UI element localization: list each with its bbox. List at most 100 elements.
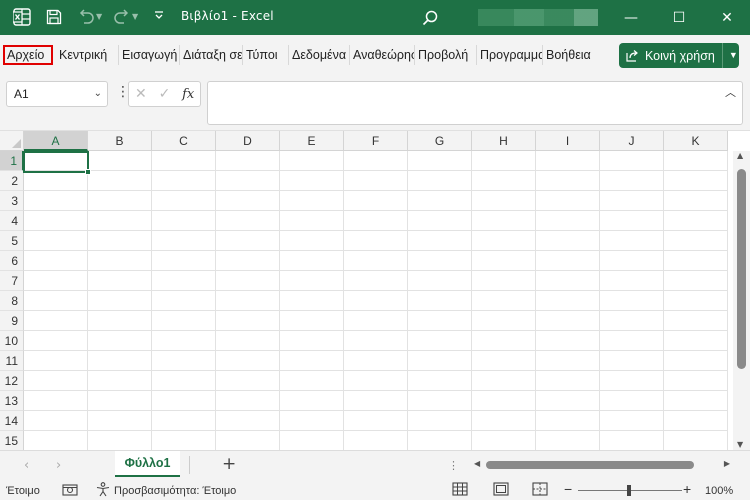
row-header[interactable]: 11 <box>0 351 24 371</box>
account-avatar[interactable] <box>478 9 598 26</box>
zoom-out-icon[interactable]: − <box>564 481 572 497</box>
window-title: Βιβλίο1 - Excel <box>181 9 274 23</box>
name-box-value: A1 <box>14 87 29 101</box>
minimize-button[interactable]: — <box>608 0 654 35</box>
page-layout-view-icon[interactable] <box>493 482 509 499</box>
sheet-tab[interactable]: Φύλλο1 <box>115 451 180 477</box>
column-headers: A B C D E F G H I J K <box>24 131 728 151</box>
redo-icon[interactable] <box>112 7 132 27</box>
sheet-tab-bar: ‹ › Φύλλο1 + ⋮ ◀ ▶ <box>0 450 750 480</box>
insert-function-icon[interactable]: fx <box>176 87 200 102</box>
title-bar: ▼ ▼ Βιβλίο1 - Excel — ☐ ✕ <box>0 0 750 35</box>
tab-home[interactable]: Κεντρική <box>56 45 119 65</box>
row-header[interactable]: 14 <box>0 411 24 431</box>
name-box[interactable]: A1 ⌄ <box>6 81 108 107</box>
column-header[interactable]: G <box>408 131 472 151</box>
formula-input[interactable]: ︿ <box>207 81 743 125</box>
scroll-down-icon[interactable]: ▼ <box>737 440 743 449</box>
next-sheet-icon[interactable]: › <box>56 458 61 473</box>
tab-file[interactable]: Αρχείο <box>3 45 53 65</box>
maximize-button[interactable]: ☐ <box>656 0 702 35</box>
scroll-right-icon[interactable]: ▶ <box>724 459 730 468</box>
previous-sheet-icon[interactable]: ‹ <box>24 458 29 473</box>
column-header[interactable]: D <box>216 131 280 151</box>
ribbon: Αρχείο Κεντρική Εισαγωγή Διάταξη σελίδας… <box>0 35 750 75</box>
column-header[interactable]: H <box>472 131 536 151</box>
worksheet-grid: A B C D E F G H I J K 1 2 3 4 5 6 7 8 9 … <box>0 130 750 451</box>
tab-page-layout[interactable]: Διάταξη σελίδας <box>180 45 243 65</box>
row-header[interactable]: 8 <box>0 291 24 311</box>
customize-qat-icon[interactable] <box>154 10 164 23</box>
row-header[interactable]: 2 <box>0 171 24 191</box>
tab-developer[interactable]: Προγραμματιστής <box>477 45 543 65</box>
more-options-icon[interactable]: ⋮ <box>448 459 459 472</box>
fill-handle[interactable] <box>85 169 91 175</box>
search-icon[interactable] <box>420 8 440 28</box>
scroll-left-icon[interactable]: ◀ <box>474 459 480 468</box>
row-header[interactable]: 12 <box>0 371 24 391</box>
column-header[interactable]: I <box>536 131 600 151</box>
column-header[interactable]: J <box>600 131 664 151</box>
row-header[interactable]: 15 <box>0 431 24 451</box>
column-header[interactable]: E <box>280 131 344 151</box>
chevron-down-icon[interactable]: ⌄ <box>94 82 102 106</box>
chevron-down-icon[interactable]: ▼ <box>721 43 738 68</box>
collapse-formula-bar-icon[interactable]: ︿ <box>725 84 736 100</box>
enter-icon[interactable]: ✓ <box>153 86 177 102</box>
zoom-slider-thumb[interactable] <box>627 485 631 496</box>
zoom-level[interactable]: 100% <box>705 485 733 497</box>
excel-icon[interactable] <box>12 7 32 27</box>
tab-help[interactable]: Βοήθεια <box>543 45 597 65</box>
row-header[interactable]: 13 <box>0 391 24 411</box>
column-header[interactable]: B <box>88 131 152 151</box>
row-headers: 1 2 3 4 5 6 7 8 9 10 11 12 13 14 15 <box>0 151 24 451</box>
vertical-scroll-thumb[interactable] <box>737 169 746 369</box>
horizontal-scroll-thumb[interactable] <box>486 461 694 469</box>
tab-formulas[interactable]: Τύποι <box>243 45 289 65</box>
cancel-icon[interactable]: ✕ <box>129 86 153 102</box>
row-header[interactable]: 5 <box>0 231 24 251</box>
ribbon-tabs: Αρχείο Κεντρική Εισαγωγή Διάταξη σελίδας… <box>3 45 597 65</box>
row-header[interactable]: 9 <box>0 311 24 331</box>
tab-review[interactable]: Αναθεώρηση <box>350 45 415 65</box>
redo-dropdown-icon[interactable]: ▼ <box>132 12 138 21</box>
divider <box>189 456 190 474</box>
column-header[interactable]: C <box>152 131 216 151</box>
tab-insert[interactable]: Εισαγωγή <box>119 45 180 65</box>
accessibility-icon[interactable] <box>95 482 111 500</box>
undo-dropdown-icon[interactable]: ▼ <box>96 12 102 21</box>
share-button[interactable]: Κοινή χρήση ▼ <box>619 43 739 68</box>
formula-bar: A1 ⌄ ⋮ ✕ ✓ fx ︿ <box>0 75 750 130</box>
close-button[interactable]: ✕ <box>704 0 750 35</box>
horizontal-scrollbar[interactable]: ◀ ▶ <box>471 459 733 471</box>
active-cell[interactable] <box>23 151 91 175</box>
share-label: Κοινή χρήση <box>645 48 715 63</box>
row-header[interactable]: 1 <box>0 151 24 171</box>
column-header[interactable]: A <box>24 131 88 151</box>
select-all-button[interactable] <box>0 131 24 151</box>
add-sheet-icon[interactable]: + <box>222 454 236 474</box>
column-header[interactable]: K <box>664 131 728 151</box>
row-header[interactable]: 10 <box>0 331 24 351</box>
vertical-scrollbar[interactable]: ▲ ▼ <box>733 151 750 451</box>
share-icon <box>626 49 639 62</box>
status-bar: Έτοιμο Προσβασιμότητα: Έτοιμο − + 100% <box>0 480 750 500</box>
save-icon[interactable] <box>44 7 64 27</box>
scroll-up-icon[interactable]: ▲ <box>737 151 743 160</box>
cell-area[interactable] <box>24 151 728 451</box>
undo-icon[interactable] <box>76 7 96 27</box>
macro-recording-icon[interactable] <box>62 483 78 500</box>
status-ready: Έτοιμο <box>6 485 40 497</box>
tab-view[interactable]: Προβολή <box>415 45 477 65</box>
accessibility-status[interactable]: Προσβασιμότητα: Έτοιμο <box>114 485 236 497</box>
row-header[interactable]: 3 <box>0 191 24 211</box>
normal-view-icon[interactable] <box>452 482 468 499</box>
row-header[interactable]: 7 <box>0 271 24 291</box>
zoom-in-icon[interactable]: + <box>683 481 691 497</box>
row-header[interactable]: 4 <box>0 211 24 231</box>
column-header[interactable]: F <box>344 131 408 151</box>
row-header[interactable]: 6 <box>0 251 24 271</box>
page-break-view-icon[interactable] <box>532 482 548 499</box>
tab-data[interactable]: Δεδομένα <box>289 45 350 65</box>
formula-buttons: ✕ ✓ fx <box>128 81 201 107</box>
